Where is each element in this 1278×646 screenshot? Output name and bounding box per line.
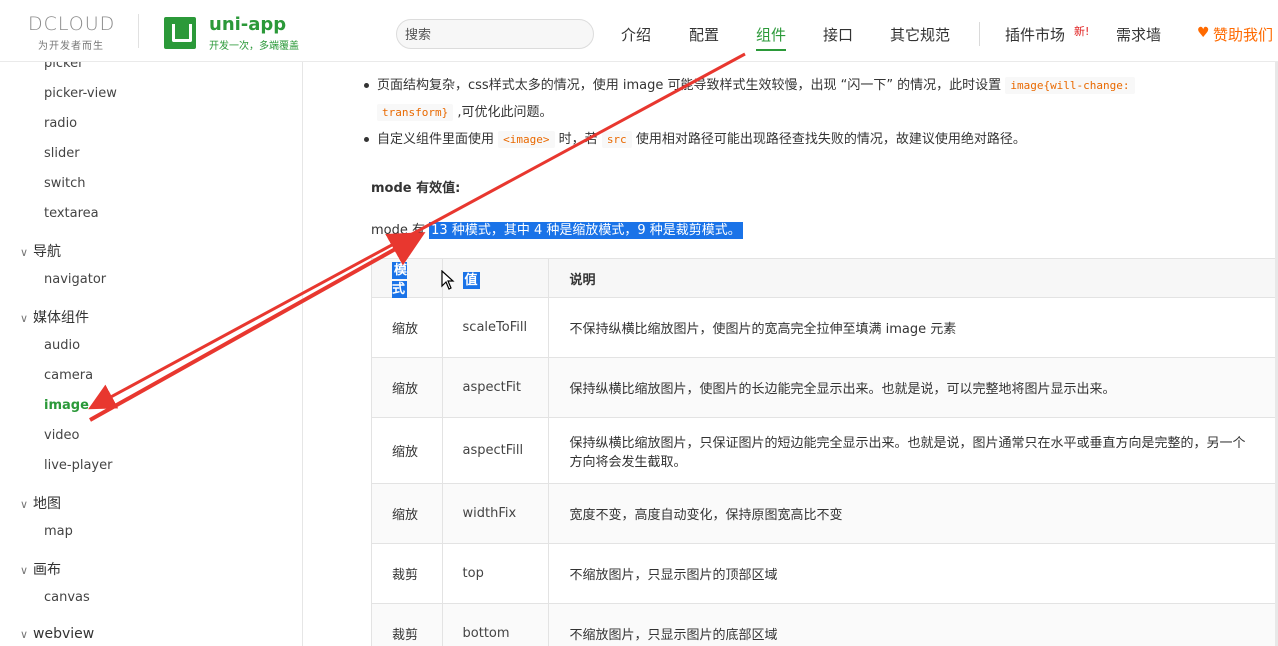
sidebar-group-canvas[interactable]: ∨ 画布 — [20, 559, 61, 579]
sidebar-item-slider[interactable]: slider — [44, 146, 80, 161]
table-cell: 保持纵横比缩放图片，使图片的长边能完全显示出来。也就是说，可以完整地将图片显示出… — [548, 357, 1278, 418]
sidebar-item-navigator[interactable]: navigator — [44, 272, 106, 287]
inline-code: src — [601, 131, 632, 148]
nav-sponsor[interactable]: 赞助我们 — [1213, 24, 1273, 45]
selected-text: 13 种模式，其中 4 种是缩放模式，9 种是裁剪模式。 — [429, 222, 743, 239]
mode-intro: mode 有 13 种模式，其中 4 种是缩放模式，9 种是裁剪模式。 — [371, 219, 743, 239]
sidebar-group-label: 媒体组件 — [33, 310, 89, 326]
nav-config[interactable]: 配置 — [689, 24, 719, 45]
search-input[interactable] — [396, 19, 594, 49]
table-cell: top — [441, 543, 550, 604]
dcloud-logo-text: DCLOUD — [28, 13, 116, 35]
table-row: 裁剪 top 不缩放图片，只显示图片的顶部区域 — [371, 543, 1278, 604]
uni-app-logo-icon[interactable] — [164, 17, 196, 49]
main-content: 页面结构复杂，css样式太多的情况，使用 image 可能导致样式生效较慢，出现… — [303, 62, 1278, 646]
nav-requirements[interactable]: 需求墙 — [1116, 24, 1161, 45]
sidebar-item-radio[interactable]: radio — [44, 116, 77, 131]
nav-other-specs[interactable]: 其它规范 — [890, 24, 950, 45]
sidebar-item-live-player[interactable]: live-player — [44, 458, 112, 473]
sidebar-item-picker[interactable]: picker — [44, 62, 83, 71]
sidebar-item-picker-view[interactable]: picker-view — [44, 86, 117, 101]
app-slogan: 开发一次，多端覆盖 — [209, 41, 299, 52]
sidebar-item-camera[interactable]: camera — [44, 368, 93, 383]
nav-api[interactable]: 接口 — [823, 24, 853, 45]
list-item: 自定义组件里面使用 <image> 时，若 src 使用相对路径可能出现路径查找… — [364, 126, 1257, 153]
chevron-down-icon: ∨ — [20, 246, 29, 259]
table-cell: 裁剪 — [371, 603, 443, 646]
bullet-text: 自定义组件里面使用 — [377, 132, 495, 147]
sidebar-item-canvas[interactable]: canvas — [44, 590, 90, 605]
mode-heading: mode 有效值: — [371, 181, 461, 196]
table-cell: 宽度不变，高度自动变化，保持原图宽高比不变 — [548, 483, 1278, 544]
column-header-mode: 模式 — [371, 258, 443, 298]
top-header: DCLOUD 为开发者而生 uni-app 开发一次，多端覆盖 介绍 配置 组件… — [0, 0, 1278, 62]
dcloud-slogan: 为开发者而生 — [38, 41, 104, 52]
column-header-description: 说明 — [548, 258, 1278, 298]
table-row: 缩放 aspectFit 保持纵横比缩放图片，使图片的长边能完全显示出来。也就是… — [371, 357, 1278, 418]
sidebar-item-switch[interactable]: switch — [44, 176, 86, 191]
table-cell: 缩放 — [371, 417, 443, 484]
sidebar-group-label: 导航 — [33, 244, 61, 260]
bullet-text: 页面结构复杂，css样式太多的情况，使用 image 可能导致样式生效较慢，出现… — [377, 78, 1002, 93]
sidebar-group-map[interactable]: ∨ 地图 — [20, 493, 61, 513]
table-cell: 裁剪 — [371, 543, 443, 604]
nav-intro[interactable]: 介绍 — [621, 24, 651, 45]
bullet-text: 使用相对路径可能出现路径查找失败的情况，故建议使用绝对路径。 — [635, 132, 1026, 147]
table-cell: 保持纵横比缩放图片，只保证图片的短边能完全显示出来。也就是说，图片通常只在水平或… — [548, 417, 1278, 484]
table-cell: 不缩放图片，只显示图片的顶部区域 — [548, 543, 1278, 604]
heart-icon: ♥ — [1197, 25, 1210, 41]
app-title[interactable]: uni-app — [209, 14, 286, 35]
table-cell: widthFix — [441, 483, 550, 544]
header-divider — [138, 14, 139, 48]
nav-divider — [979, 22, 980, 46]
sidebar-group-label: 地图 — [33, 496, 61, 512]
mode-intro-text: mode 有 — [371, 223, 425, 238]
sidebar-group-label: webview — [33, 626, 95, 642]
table-cell: 缩放 — [371, 357, 443, 418]
table-cell: bottom — [441, 603, 550, 646]
chevron-down-icon: ∨ — [20, 564, 29, 577]
inline-code: image{will-change: — [1005, 77, 1135, 94]
bullet-text: ,可优化此问题。 — [457, 105, 553, 120]
table-row: 缩放 aspectFill 保持纵横比缩放图片，只保证图片的短边能完全显示出来。… — [371, 417, 1278, 484]
mode-table: 模式 值 说明 缩放 scaleToFill 不保持纵横比缩放图片，使图片的宽高… — [371, 258, 1278, 646]
table-cell: 缩放 — [371, 483, 443, 544]
table-cell: 不缩放图片，只显示图片的底部区域 — [548, 603, 1278, 646]
sidebar-item-textarea[interactable]: textarea — [44, 206, 99, 221]
sidebar-group-webview[interactable]: ∨ webview — [20, 626, 94, 642]
sidebar-item-video[interactable]: video — [44, 428, 80, 443]
sidebar-group-media[interactable]: ∨ 媒体组件 — [20, 307, 89, 327]
column-header-value: 值 — [441, 258, 550, 298]
sidebar-group-navigation[interactable]: ∨ 导航 — [20, 241, 61, 261]
mouse-cursor-icon — [441, 270, 455, 290]
sidebar-item-map[interactable]: map — [44, 524, 73, 539]
table-cell: 不保持纵横比缩放图片，使图片的宽高完全拉伸至填满 image 元素 — [548, 297, 1278, 358]
list-item: 页面结构复杂，css样式太多的情况，使用 image 可能导致样式生效较慢，出现… — [364, 72, 1257, 126]
table-cell: scaleToFill — [441, 297, 550, 358]
sidebar-item-audio[interactable]: audio — [44, 338, 80, 353]
sidebar-item-image[interactable]: image — [44, 398, 89, 413]
inline-code: <image> — [498, 131, 555, 148]
nav-plugin-market[interactable]: 插件市场 — [1005, 24, 1065, 45]
table-row: 缩放 scaleToFill 不保持纵横比缩放图片，使图片的宽高完全拉伸至填满 … — [371, 297, 1278, 358]
sidebar-group-label: 画布 — [33, 562, 61, 578]
table-row: 缩放 widthFix 宽度不变，高度自动变化，保持原图宽高比不变 — [371, 483, 1278, 544]
sidebar: picker picker-view radio slider switch t… — [0, 62, 303, 646]
table-row: 裁剪 bottom 不缩放图片，只显示图片的底部区域 — [371, 603, 1278, 646]
chevron-down-icon: ∨ — [20, 628, 29, 641]
new-badge: 新! — [1074, 25, 1090, 38]
dcloud-logo[interactable]: DCLOUD 为开发者而生 — [28, 14, 122, 52]
table-cell: aspectFit — [441, 357, 550, 418]
bullet-text: 时，若 — [558, 132, 598, 147]
inline-code: transform} — [377, 104, 454, 121]
table-header-row: 模式 值 说明 — [371, 258, 1278, 298]
nav-components[interactable]: 组件 — [756, 24, 787, 51]
table-cell: aspectFill — [441, 417, 550, 484]
chevron-down-icon: ∨ — [20, 498, 29, 511]
chevron-down-icon: ∨ — [20, 312, 29, 325]
table-cell: 缩放 — [371, 297, 443, 358]
